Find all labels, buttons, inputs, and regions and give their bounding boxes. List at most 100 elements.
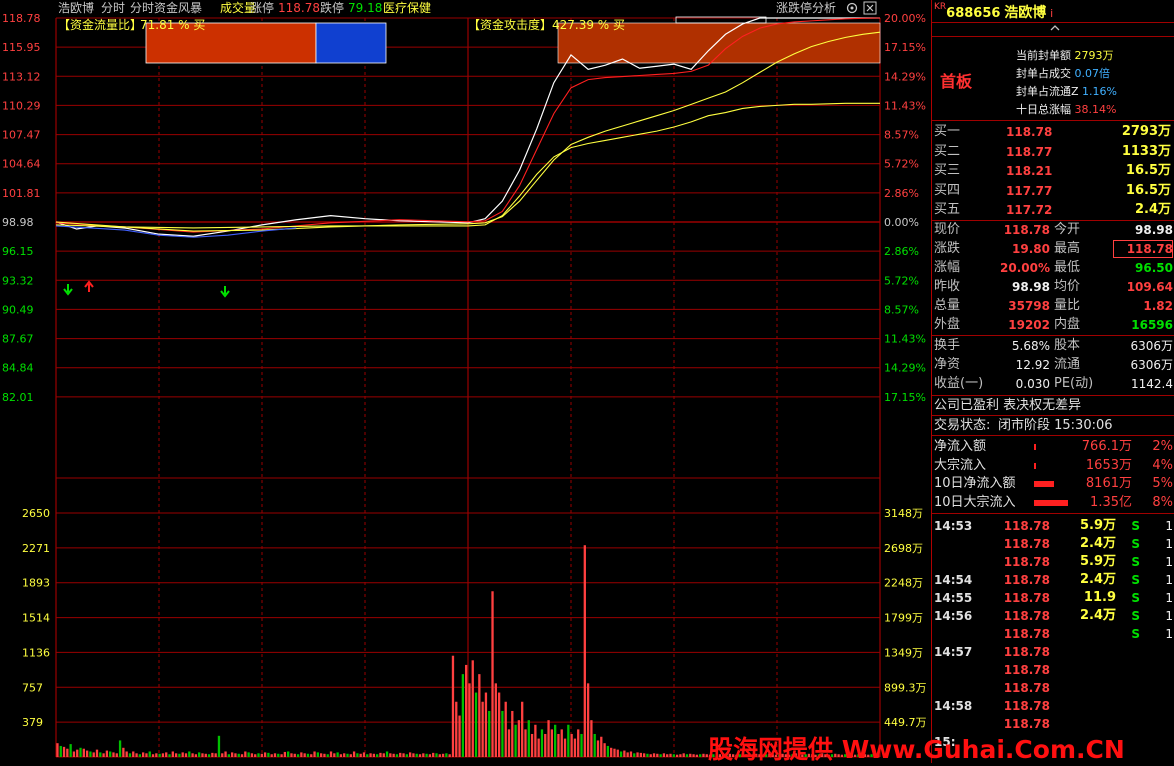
bid-row[interactable]: 买三 118.21 16.5万 [932,162,1174,180]
volume-bar [59,745,62,757]
flow-label: 10日大宗流入 [934,494,1016,510]
flow-ratio-label: 【资金流量比】 [58,17,142,32]
sector-label[interactable]: 医疗保健 [383,1,431,15]
volume-bar [293,753,296,757]
bid-row[interactable]: 买四 117.77 16.5万 [932,182,1174,200]
tick-price: 118.78 [1003,627,1050,641]
volume-bar [82,748,85,757]
volume-bar [527,720,530,757]
bid-row[interactable]: 买二 118.77 1133万 [932,143,1174,161]
tick-time: 14:57 [934,645,973,659]
volume-bar [95,749,99,757]
bid-row[interactable]: 买一 118.78 2793万 [932,123,1174,141]
volume-bar [85,750,89,757]
volume-bar [524,729,527,757]
attack-label: 【资金攻击度】 [468,17,552,32]
flow-pct: 4% [1152,457,1173,473]
close-icon[interactable] [863,1,877,15]
tick-count: 1 [1165,537,1173,551]
volume-bar [699,754,702,757]
volume-bar [415,753,418,757]
volume-bar [593,733,596,757]
amount-tick-label: 449.7万 [884,716,927,729]
volume-bar [171,751,174,757]
gear-icon[interactable] [846,2,858,14]
price-tick-label: 107.47 [2,129,41,142]
quote-label: 现价 [934,222,961,237]
volume-bar [636,752,639,757]
volume-bar [629,751,633,757]
volume-bar [514,724,517,757]
volume-bar [652,753,656,757]
volume-bar [214,753,217,757]
pct-tick-label: 0.00% [884,216,919,229]
volume-bar [151,754,155,757]
flow-value: 8161万 [1085,476,1132,491]
volume-bar [372,753,376,757]
tab-intraday[interactable]: 分时 [101,1,125,15]
volume-bar [567,724,570,757]
volume-bar [105,750,109,757]
volume-bar [669,753,672,757]
amount-tick-label: 1799万 [884,612,923,625]
quote-value: 118.78 [1003,223,1050,237]
volume-bar [685,754,689,757]
volume-bar [260,753,263,757]
bid-price: 117.72 [1006,203,1053,217]
volume-bar [198,752,201,757]
tick-row: 118.78 S 1 [932,625,1174,643]
volume-tick-label: 2650 [22,507,50,520]
volume-bar [76,749,79,757]
quote-value: 98.98 [1135,223,1173,237]
info-icon[interactable]: i [1050,7,1053,20]
tick-side: S [1131,537,1140,551]
ten-day-label: 十日总涨幅 [1016,103,1071,116]
tick-count: 1 [1165,609,1173,623]
volume-bar [573,738,577,757]
volume-bar [610,747,613,757]
tick-row: 118.78 5.9万 S 1 [932,553,1174,571]
limit-analysis-link[interactable]: 涨跌停分析 [776,0,836,15]
flow-label: 净流入额 [934,439,987,454]
volume-bar [135,753,138,757]
quote-label: 今开 [1054,222,1081,237]
volume-bar [270,754,273,757]
stats-value: 5.68% [1011,339,1050,353]
quote-label: 涨幅 [934,260,961,275]
volume-bar [178,753,181,757]
tick-time: 14:54 [934,573,973,587]
intraday-chart[interactable]: 118.78 115.95 113.12 110.29 107.47 104.64 101.… [0,0,930,763]
volume-bar [379,752,382,757]
volume-bar [557,733,560,757]
volume-bar [402,753,405,757]
stats-value: 12.92 [1015,358,1050,372]
volume-bar [125,751,128,757]
tab-fund-storm[interactable]: 分时资金风暴 [130,0,202,15]
flow-bar [1034,462,1036,469]
volume-bar [333,753,336,757]
tick-row: 14:53 118.78 5.9万 S 1 [932,517,1174,535]
volume-bar [679,754,682,757]
volume-bar [56,743,59,757]
quote-row: 涨跌 19.80 最高 118.78 [932,240,1174,258]
tick-row: 14:54 118.78 2.4万 S 1 [932,571,1174,589]
flow-pct: 8% [1152,494,1173,510]
bid-row[interactable]: 买五 117.72 2.4万 [932,201,1174,219]
tick-price: 118.78 [1003,663,1050,677]
volume-bar [191,753,194,757]
volume-bar [392,753,395,757]
flow-row: 大宗流入 1653万 4% [932,457,1174,475]
chevron-up-icon[interactable] [1048,22,1062,34]
volume-bar [221,753,224,757]
volume-bar [590,720,593,757]
volume-bar [626,752,629,757]
volume-bar [540,729,544,757]
volume-bar [161,753,165,757]
volume-bar [181,752,184,757]
tick-time: 14:58 [934,699,973,713]
volume-bar [458,715,461,757]
volume-bar [649,754,652,757]
volume-bar [507,729,511,757]
volume-bar [395,754,399,757]
volume-bar [207,754,211,757]
